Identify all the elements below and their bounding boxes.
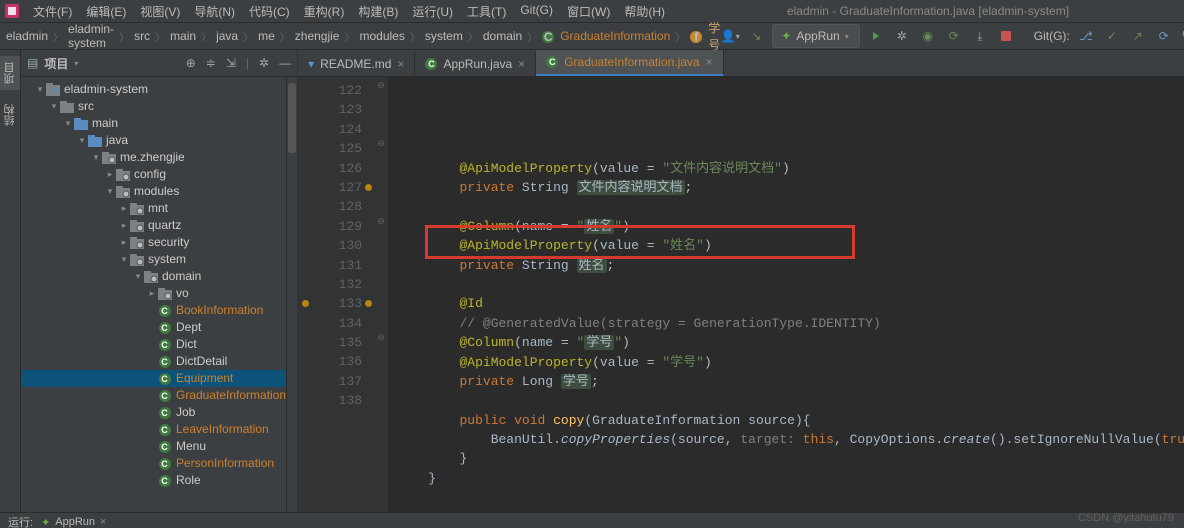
close-icon[interactable]: × <box>100 516 106 528</box>
tree-node[interactable]: ▾eladmin-system <box>21 81 286 98</box>
tree-node[interactable]: ▸mnt <box>21 200 286 217</box>
coverage-button[interactable]: ◉ <box>918 26 938 46</box>
tree-node[interactable]: CDept <box>21 319 286 336</box>
run-status[interactable]: ✦ AppRun × <box>33 515 114 528</box>
debug-button[interactable]: ✲ <box>892 26 912 46</box>
crumb-class[interactable]: GraduateInformation <box>560 29 670 43</box>
close-icon[interactable]: × <box>397 57 404 71</box>
project-icon: ▤ <box>27 56 38 70</box>
code-area[interactable]: 1221231241251261271281291301311321331341… <box>298 77 1184 512</box>
tree-node[interactable]: ▸vo <box>21 285 286 302</box>
tree-node[interactable]: CLeaveInformation <box>21 421 286 438</box>
git-update-icon[interactable]: ⟳ <box>1154 26 1174 46</box>
tree-node[interactable]: CEquipment <box>21 370 286 387</box>
app-logo-icon <box>4 3 20 19</box>
run-config-selector[interactable]: ✦ AppRun ▾ <box>772 24 859 48</box>
git-commit-icon[interactable]: ✓ <box>1102 26 1122 46</box>
crumb-field[interactable]: 学号 <box>708 19 720 53</box>
editor-tab[interactable]: CAppRun.java× <box>415 52 536 76</box>
git-branch-icon[interactable]: ⎇ <box>1076 26 1096 46</box>
tree-node[interactable]: ▾main <box>21 115 286 132</box>
code-source[interactable]: ▲59 @ApiModelProperty(value = "文件内容说明文档"… <box>389 77 1184 512</box>
stop-button[interactable] <box>996 26 1016 46</box>
sidebar-title: 项目 <box>44 55 68 72</box>
run-config-label: AppRun <box>796 29 839 43</box>
git-label: Git(G): <box>1034 29 1070 43</box>
crumb-item[interactable]: eladmin-system <box>68 22 114 50</box>
toolbar: 👤▾ ↘ ✦ AppRun ▾ ✲ ◉ ⟳ ⤓ Git(G): ⎇ ✓ ↗ ⟳ … <box>720 24 1184 48</box>
editor-area: ▾README.md×CAppRun.java×CGraduateInforma… <box>298 50 1184 512</box>
crumb-item[interactable]: eladmin <box>6 29 48 43</box>
crumb-item[interactable]: system <box>425 29 463 43</box>
tree-node[interactable]: CGraduateInformation <box>21 387 286 404</box>
window-title: eladmin - GraduateInformation.java [elad… <box>672 4 1184 18</box>
close-icon[interactable]: × <box>518 57 525 71</box>
watermark: CSDN @yitahutu79 <box>1078 512 1174 524</box>
sidebar-header: ▤ 项目 ▾ ⊕ ≑ ⇲ | ✲ — <box>21 50 297 77</box>
tree-node[interactable]: ▾me.zhengjie <box>21 149 286 166</box>
crumb-item[interactable]: java <box>216 29 238 43</box>
line-gutter[interactable]: 1221231241251261271281291301311321331341… <box>298 77 374 512</box>
editor-tab[interactable]: ▾README.md× <box>298 52 415 76</box>
close-icon[interactable]: × <box>706 55 713 69</box>
tree-node[interactable]: ▾system <box>21 251 286 268</box>
sidebar-scrollbar[interactable] <box>286 77 297 512</box>
run-label[interactable]: 运行: <box>8 514 33 528</box>
fold-gutter[interactable]: ⊖⊖⊖⊖ <box>374 77 389 512</box>
tree-node[interactable]: CMenu <box>21 438 286 455</box>
search-icon[interactable]: 🔍 <box>1180 26 1184 46</box>
crumb-item[interactable]: modules <box>359 29 404 43</box>
collapse-icon[interactable]: ≑ <box>206 56 216 70</box>
tree-node[interactable]: ▾modules <box>21 183 286 200</box>
tree-node[interactable]: ▾java <box>21 132 286 149</box>
project-sidebar: ▤ 项目 ▾ ⊕ ≑ ⇲ | ✲ — ▾eladmin-system▾src▾m… <box>21 50 298 512</box>
left-tool-stripe: 项目 结构 <box>0 50 21 512</box>
project-tree[interactable]: ▾eladmin-system▾src▾main▾java▾me.zhengji… <box>21 77 286 512</box>
profile-button[interactable]: ⟳ <box>944 26 964 46</box>
tree-node[interactable]: CBookInformation <box>21 302 286 319</box>
crumb-item[interactable]: src <box>134 29 150 43</box>
gear-icon[interactable]: ✲ <box>259 56 269 70</box>
user-icon[interactable]: 👤▾ <box>720 26 740 46</box>
locate-icon[interactable]: ⊕ <box>186 56 196 70</box>
attach-button[interactable]: ⤓ <box>970 26 990 46</box>
tree-node[interactable]: CDict <box>21 336 286 353</box>
tree-node[interactable]: ▸quartz <box>21 217 286 234</box>
navigation-bar: eladmin〉eladmin-system〉src〉main〉java〉me〉… <box>0 23 1184 50</box>
run-button[interactable] <box>866 26 886 46</box>
crumb-item[interactable]: me <box>258 29 275 43</box>
spring-icon: ✦ <box>41 516 50 528</box>
spring-icon: ✦ <box>781 29 791 43</box>
crumb-item[interactable]: main <box>170 29 196 43</box>
crumb-item[interactable]: zhengjie <box>295 29 340 43</box>
tree-node[interactable]: ▸security <box>21 234 286 251</box>
tree-node[interactable]: CRole <box>21 472 286 489</box>
tree-node[interactable]: CDictDetail <box>21 353 286 370</box>
tool-tab-structure[interactable]: 结构 <box>0 98 20 132</box>
tree-node[interactable]: ▾domain <box>21 268 286 285</box>
tree-node[interactable]: ▾src <box>21 98 286 115</box>
git-push-icon[interactable]: ↗ <box>1128 26 1148 46</box>
breadcrumb[interactable]: eladmin〉eladmin-system〉src〉main〉java〉me〉… <box>6 19 720 53</box>
tool-tab-project[interactable]: 项目 <box>0 56 20 90</box>
tree-node[interactable]: CPersonInformation <box>21 455 286 472</box>
tree-node[interactable]: CJob <box>21 404 286 421</box>
build-icon[interactable]: ↘ <box>746 26 766 46</box>
crumb-item[interactable]: domain <box>483 29 522 43</box>
expand-icon[interactable]: ⇲ <box>226 56 236 70</box>
editor-tab[interactable]: CGraduateInformation.java× <box>536 50 723 76</box>
editor-tabs: ▾README.md×CAppRun.java×CGraduateInforma… <box>298 50 1184 77</box>
hide-icon[interactable]: — <box>279 56 291 70</box>
status-bar: 运行: ✦ AppRun × <box>0 512 1184 528</box>
tree-node[interactable]: ▸config <box>21 166 286 183</box>
